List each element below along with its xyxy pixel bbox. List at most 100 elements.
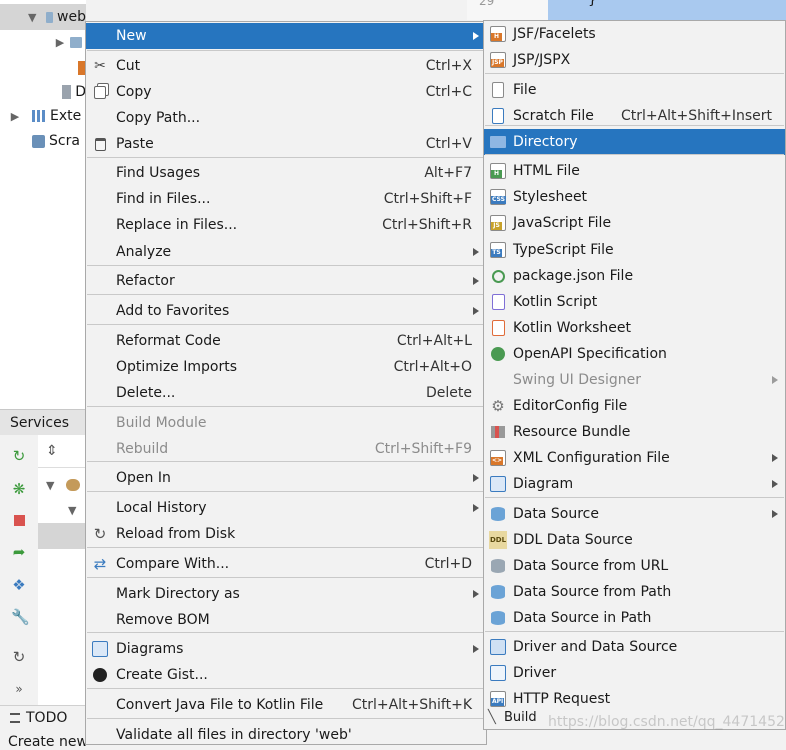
- menu-item-analyze[interactable]: Analyze: [86, 239, 486, 265]
- deploy-icon[interactable]: ➦: [11, 544, 27, 560]
- menu-item-delete[interactable]: Delete... Delete: [86, 380, 486, 406]
- new-item-ddl-data-source[interactable]: DDL DDL Data Source: [484, 527, 785, 553]
- wrench-icon[interactable]: 🔧: [11, 609, 30, 625]
- tree-item-external-libraries[interactable]: ▶ Exte: [0, 103, 86, 129]
- new-item-data-source[interactable]: Data Source: [484, 501, 785, 527]
- submenu-arrow-icon: [473, 277, 479, 285]
- services-tree-row[interactable]: ▼: [38, 472, 86, 498]
- new-item-resource-bundle[interactable]: Resource Bundle: [484, 419, 785, 445]
- more-icon[interactable]: »: [11, 681, 27, 697]
- new-item-package-json-file[interactable]: package.json File: [484, 263, 785, 289]
- menu-item-new[interactable]: New: [86, 23, 486, 49]
- menu-item-copy[interactable]: Copy Ctrl+C: [86, 79, 486, 105]
- submenu-arrow-icon: [772, 510, 778, 518]
- menu-item-shortcut: Ctrl+Alt+L: [396, 333, 472, 349]
- scratch-icon: [32, 134, 45, 148]
- list-icon: [10, 713, 20, 723]
- services-header: Services: [0, 409, 86, 435]
- tree-item-file[interactable]: [0, 55, 86, 81]
- new-item-jsf-facelets[interactable]: H JSF/Facelets: [484, 21, 785, 47]
- menu-item-mark-directory-as[interactable]: Mark Directory as: [86, 581, 486, 607]
- refresh-icon[interactable]: ↻: [11, 448, 27, 464]
- chevron-down-icon[interactable]: ▼: [28, 11, 36, 24]
- menu-item-local-history[interactable]: Local History: [86, 495, 486, 521]
- menu-item-find-in-files[interactable]: Find in Files... Ctrl+Shift+F: [86, 186, 486, 212]
- menu-item-add-to-favorites[interactable]: Add to Favorites: [86, 298, 486, 324]
- submenu-arrow-icon: [473, 307, 479, 315]
- menu-item-label: Convert Java File to Kotlin File: [116, 697, 324, 713]
- scratch-file-icon: [490, 108, 506, 124]
- brace-glyph: }: [588, 0, 597, 8]
- new-item-kotlin-script[interactable]: Kotlin Script: [484, 289, 785, 315]
- new-item-data-source-from-path[interactable]: Data Source from Path: [484, 579, 785, 605]
- scissors-icon: ✂: [94, 58, 106, 74]
- new-item-data-source-in-path[interactable]: Data Source in Path: [484, 605, 785, 631]
- menu-item-open-in[interactable]: Open In: [86, 465, 486, 491]
- menu-item-label: Data Source: [513, 506, 599, 522]
- new-item-file[interactable]: File: [484, 77, 785, 103]
- menu-item-remove-bom[interactable]: Remove BOM: [86, 607, 486, 633]
- context-menu: New ✂ Cut Ctrl+X Copy Ctrl+C Copy Path... Paste…: [85, 21, 487, 745]
- menu-item-paste[interactable]: Paste Ctrl+V: [86, 131, 486, 157]
- new-item-jsp-jspx[interactable]: JSP JSP/JSPX: [484, 47, 785, 73]
- todo-tab[interactable]: TODO: [10, 710, 67, 726]
- stop-icon[interactable]: [11, 513, 27, 529]
- nodejs-icon: [490, 268, 506, 284]
- new-item-html-file[interactable]: H HTML File: [484, 158, 785, 184]
- submenu-arrow-icon: [473, 504, 479, 512]
- menu-item-reload-from-disk[interactable]: ↻ Reload from Disk: [86, 521, 486, 547]
- menu-item-find-usages[interactable]: Find Usages Alt+F7: [86, 160, 486, 186]
- new-item-stylesheet[interactable]: CSS Stylesheet: [484, 184, 785, 210]
- new-item-directory[interactable]: Directory: [484, 129, 785, 155]
- menu-item-optimize-imports[interactable]: Optimize Imports Ctrl+Alt+O: [86, 354, 486, 380]
- menu-item-copy-path[interactable]: Copy Path...: [86, 105, 486, 131]
- tree-item-child[interactable]: ▶: [0, 29, 86, 55]
- menu-item-reformat-code[interactable]: Reformat Code Ctrl+Alt+L: [86, 328, 486, 354]
- chevron-down-icon[interactable]: ▼: [46, 479, 54, 492]
- new-item-javascript-file[interactable]: JS JavaScript File: [484, 210, 785, 236]
- new-item-editorconfig-file[interactable]: ⚙ EditorConfig File: [484, 393, 785, 419]
- new-item-openapi-specification[interactable]: OpenAPI Specification: [484, 341, 785, 367]
- services-tree-row[interactable]: ▼: [38, 497, 86, 523]
- driver-icon: [490, 665, 506, 681]
- menu-item-label: Find Usages: [116, 165, 201, 181]
- artifact-icon[interactable]: ❖: [11, 577, 27, 593]
- menu-item-validate-all-files-in-directory-web[interactable]: Validate all files in directory 'web': [86, 722, 486, 748]
- resource-bundle-icon: [490, 424, 506, 440]
- new-item-kotlin-worksheet[interactable]: Kotlin Worksheet: [484, 315, 785, 341]
- debug-icon[interactable]: ❋: [11, 481, 27, 497]
- menu-item-compare-with[interactable]: ⇄ Compare With... Ctrl+D: [86, 551, 486, 577]
- menu-item-label: Local History: [116, 500, 207, 516]
- menu-item-shortcut: Alt+F7: [424, 165, 472, 181]
- new-item-data-source-from-url[interactable]: Data Source from URL: [484, 553, 785, 579]
- reload-icon: ↻: [93, 525, 107, 543]
- menu-item-replace-in-files[interactable]: Replace in Files... Ctrl+Shift+R: [86, 212, 486, 238]
- new-item-xml-configuration-file[interactable]: <> XML Configuration File: [484, 445, 785, 471]
- new-item-typescript-file[interactable]: TS TypeScript File: [484, 237, 785, 263]
- tree-item-scratches[interactable]: Scra: [0, 128, 86, 154]
- menu-item-label: Create Gist...: [116, 667, 208, 683]
- tree-item-web[interactable]: ▼ web: [0, 4, 86, 30]
- chevron-down-icon[interactable]: ▼: [68, 504, 76, 517]
- chevron-right-icon[interactable]: ▶: [54, 36, 66, 49]
- services-title: Services: [10, 414, 70, 431]
- driver-datasource-icon: [490, 639, 506, 655]
- restart-icon[interactable]: ↻: [11, 649, 27, 665]
- expand-all-icon[interactable]: ⇕: [46, 443, 58, 459]
- new-item-driver[interactable]: Driver: [484, 660, 785, 686]
- chevron-right-icon[interactable]: ▶: [8, 110, 22, 123]
- menu-item-convert-java-file-to-kotlin-file[interactable]: Convert Java File to Kotlin File Ctrl+Alt…: [86, 692, 486, 718]
- menu-item-diagrams[interactable]: Diagrams: [86, 636, 486, 662]
- new-item-driver-and-data-source[interactable]: Driver and Data Source: [484, 634, 785, 660]
- build-tab[interactable]: ╲ Build: [484, 708, 544, 728]
- services-tree-row-selected[interactable]: [38, 523, 86, 549]
- menu-item-create-gist[interactable]: Create Gist...: [86, 662, 486, 688]
- menu-item-build-module: Build Module: [86, 410, 486, 436]
- menu-item-label: Driver and Data Source: [513, 639, 678, 655]
- new-item-diagram[interactable]: Diagram: [484, 471, 785, 497]
- menu-item-cut[interactable]: ✂ Cut Ctrl+X: [86, 53, 486, 79]
- menu-item-label: Copy Path...: [116, 110, 201, 126]
- tree-item-d[interactable]: D: [0, 79, 86, 105]
- folder-icon: [490, 134, 506, 150]
- menu-item-refactor[interactable]: Refactor: [86, 268, 486, 294]
